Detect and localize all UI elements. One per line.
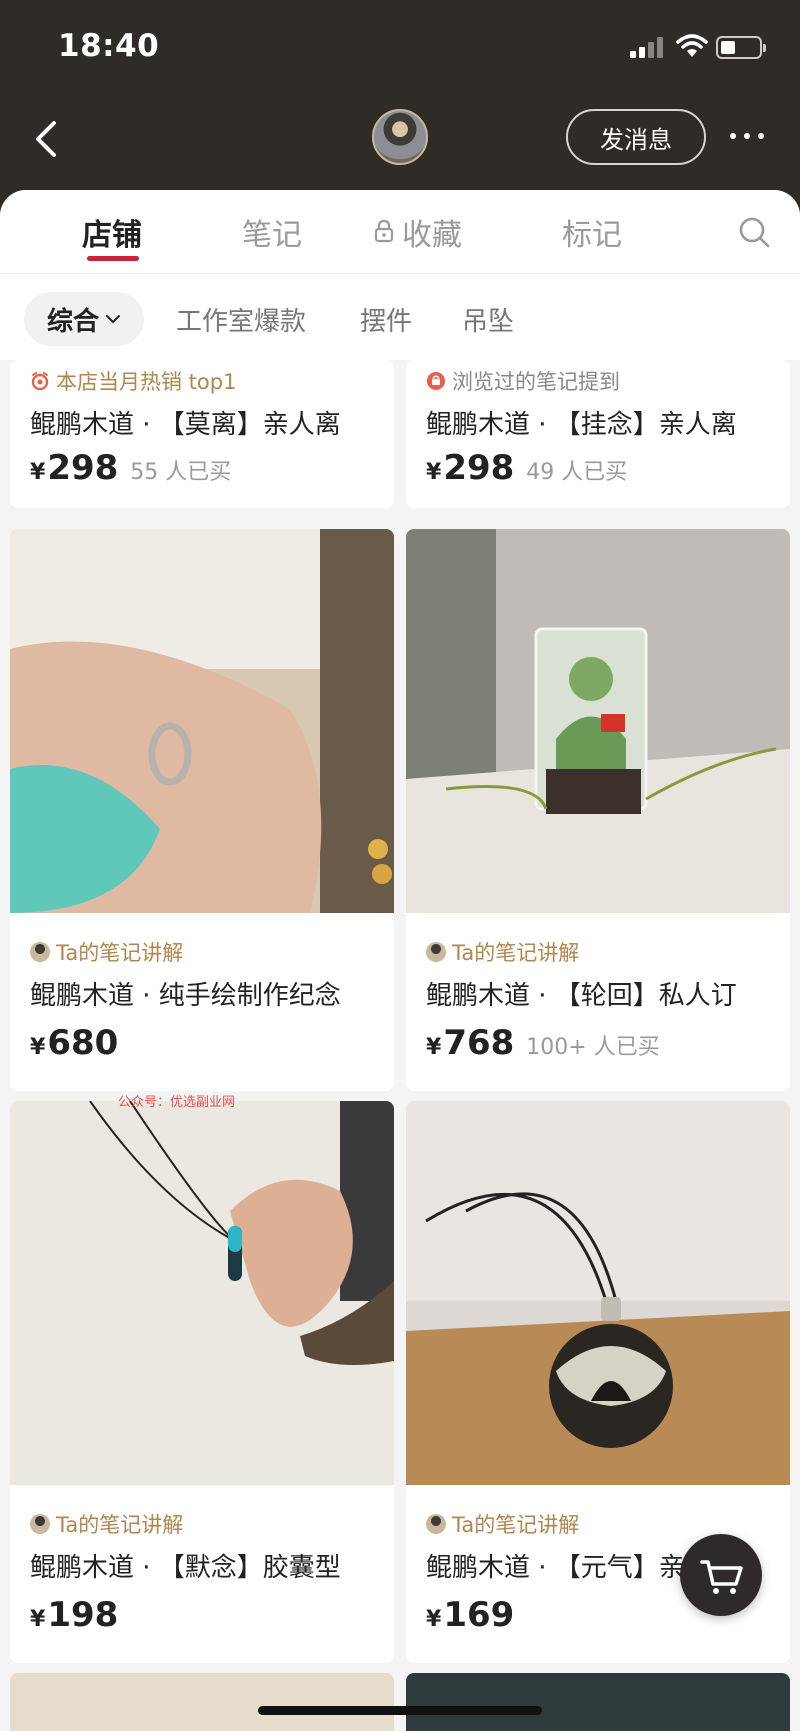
price-row: ¥298 55 人已买 [30,448,231,488]
product-image [406,1101,790,1485]
filter-bar: 综合 工作室爆款 摆件 吊坠 [0,274,800,360]
product-price: ¥298 [426,448,515,488]
price-row: ¥680 [30,1023,130,1063]
price-row: ¥169 [426,1595,526,1635]
product-title: 鲲鹏木道 · 【轮回】私人订 [426,981,737,1011]
product-card[interactable]: 本店当月热销 top1 鲲鹏木道 · 【莫离】亲人离 ¥298 55 人已买 [10,360,394,508]
signal-icon [630,36,666,58]
store-sheet: 店铺 笔记 收藏 标记 综合 工作室爆款 摆件 吊坠 本店当月热销 top1 鲲… [0,190,800,1731]
status-bar: 18:40 [0,0,800,95]
home-indicator [258,1706,542,1715]
product-price: ¥768 [426,1023,515,1063]
author-avatar-icon [426,1514,446,1534]
product-image [10,529,394,913]
product-tag: 浏览过的笔记提到 [426,366,620,396]
chevron-down-icon [106,315,120,324]
author-avatar-icon [30,1514,50,1534]
tab-notes[interactable]: 笔记 [242,210,302,254]
product-card[interactable]: Ta的笔记讲解 鲲鹏木道 · 【轮回】私人订 ¥768 100+ 人已买 [406,529,790,1091]
product-tag-label: Ta的笔记讲解 [56,941,184,965]
product-card[interactable] [406,1673,790,1731]
product-tag: Ta的笔记讲解 [30,937,183,967]
product-tag: Ta的笔记讲解 [426,937,579,967]
author-avatar-icon [426,942,446,962]
product-price: ¥169 [426,1595,515,1635]
product-tag-label: 本店当月热销 top1 [56,370,237,394]
filter-chip-label: 综合 [46,306,99,337]
product-tag-label: Ta的笔记讲解 [452,941,580,965]
back-icon[interactable] [28,115,68,163]
wifi-icon [676,34,708,57]
sold-count: 49 人已买 [526,460,628,485]
product-tag-label: Ta的笔记讲解 [56,1513,184,1537]
tab-bar: 店铺 笔记 收藏 标记 [0,190,800,274]
avatar[interactable] [372,109,428,165]
price-row: ¥198 [30,1595,130,1635]
product-tag-label: 浏览过的笔记提到 [452,370,620,394]
sold-count: 55 人已买 [130,460,232,485]
product-price: ¥680 [30,1023,119,1063]
product-card[interactable] [10,1673,394,1731]
filter-chip-ornaments[interactable]: 摆件 [360,292,412,346]
tab-store[interactable]: 店铺 [82,210,142,254]
product-image [406,529,790,913]
product-card[interactable]: Ta的笔记讲解 鲲鹏木道 · 纯手绘制作纪念 ¥680 [10,529,394,1091]
product-title: 鲲鹏木道 · 【默念】胶囊型 [30,1553,341,1583]
product-card[interactable]: Ta的笔记讲解 鲲鹏木道 · 【默念】胶囊型 ¥198 [10,1101,394,1663]
watermark: 公众号：优选副业网 [118,1095,236,1110]
more-icon[interactable] [722,121,772,151]
product-tag-label: Ta的笔记讲解 [452,1513,580,1537]
product-image [10,1101,394,1485]
lock-icon [374,219,394,243]
battery-icon [716,36,766,59]
filter-chip-all[interactable]: 综合 [24,292,144,346]
product-card[interactable]: 浏览过的笔记提到 鲲鹏木道 · 【挂念】亲人离 ¥298 49 人已买 [406,360,790,508]
nav-bar: 发消息 [0,95,800,185]
product-title: 鲲鹏木道 · 【莫离】亲人离 [30,410,341,440]
sold-count: 100+ 人已买 [526,1035,660,1060]
product-tag: 本店当月热销 top1 [30,366,236,396]
cart-icon [700,1560,743,1594]
price-row: ¥298 49 人已买 [426,448,627,488]
product-title: 鲲鹏木道 · 纯手绘制作纪念 [30,981,341,1011]
product-price: ¥298 [30,448,119,488]
product-price: ¥198 [30,1595,119,1635]
cart-button[interactable] [680,1534,762,1616]
status-time: 18:40 [58,28,160,64]
author-avatar-icon [30,942,50,962]
tab-marks[interactable]: 标记 [562,210,622,254]
tab-favorites[interactable]: 收藏 [402,210,462,254]
filter-chip-studio-hits[interactable]: 工作室爆款 [176,292,306,346]
product-title: 鲲鹏木道 · 【挂念】亲人离 [426,410,737,440]
alarm-icon [31,372,49,391]
browse-note-icon [427,372,445,390]
product-tag: Ta的笔记讲解 [30,1509,183,1539]
price-row: ¥768 100+ 人已买 [426,1023,660,1063]
search-icon[interactable] [736,214,772,250]
tab-underline [87,256,139,261]
send-message-button[interactable]: 发消息 [566,109,706,165]
filter-chip-pendants[interactable]: 吊坠 [462,292,514,346]
product-tag: Ta的笔记讲解 [426,1509,579,1539]
